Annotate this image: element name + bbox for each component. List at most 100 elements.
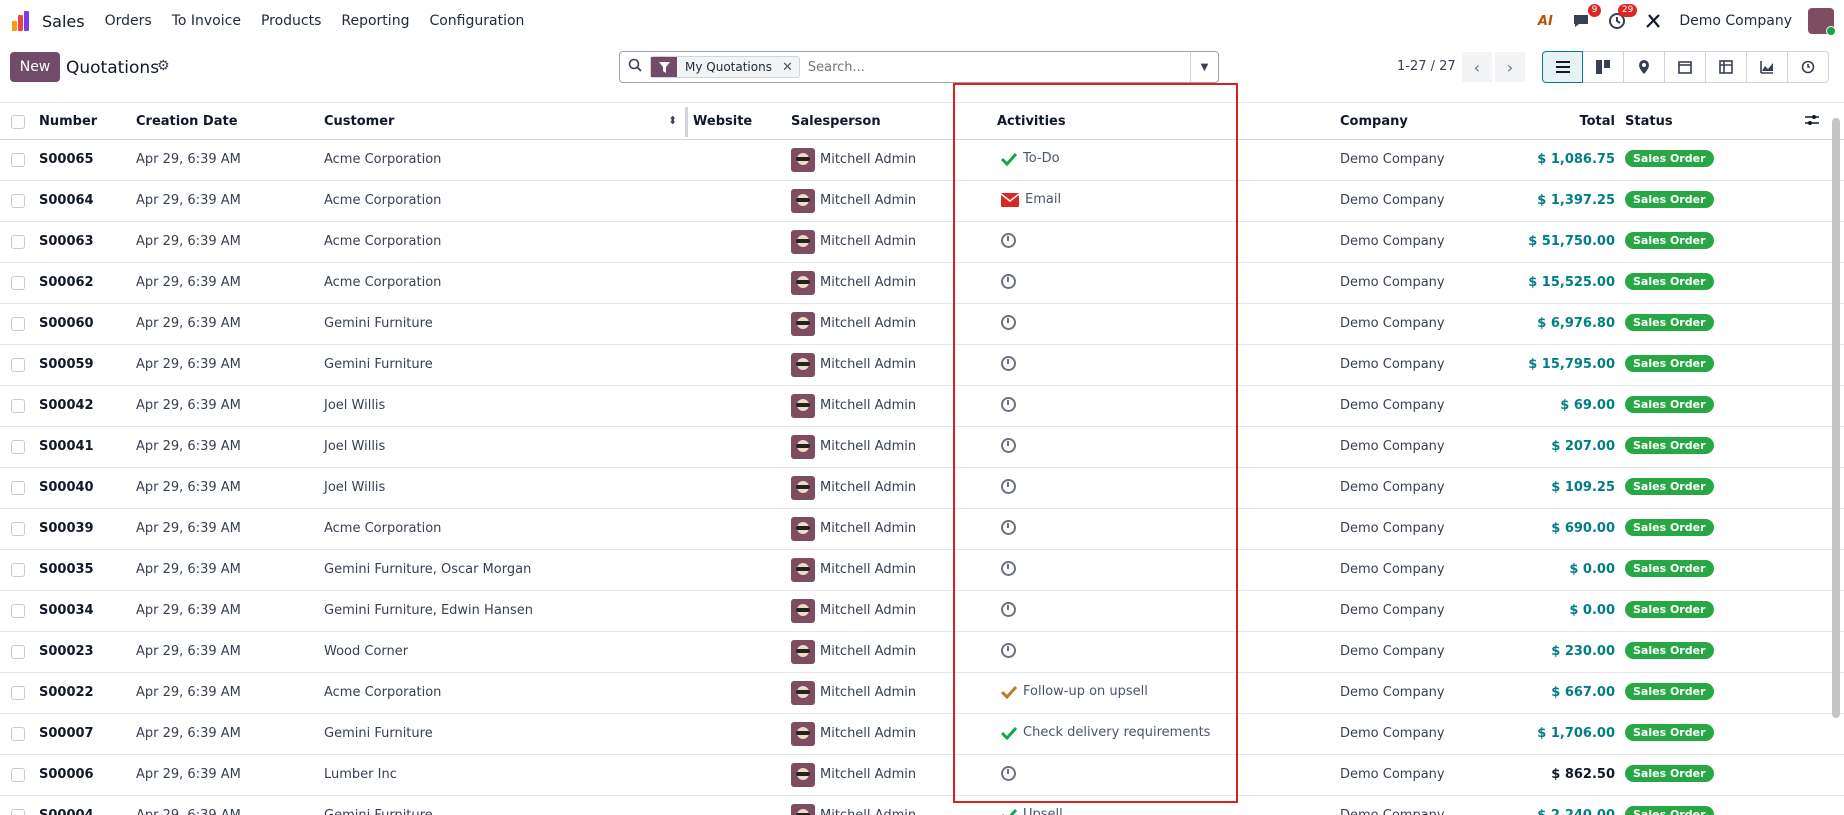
calendar-view-icon[interactable]: [1665, 51, 1706, 83]
app-name[interactable]: Sales: [42, 12, 85, 31]
table-row[interactable]: S00034 Apr 29, 6:39 AM Gemini Furniture,…: [0, 591, 1844, 632]
select-all-checkbox[interactable]: [11, 115, 25, 129]
table-row[interactable]: S00006 Apr 29, 6:39 AM Lumber Inc Mitche…: [0, 755, 1844, 796]
map-view-icon[interactable]: [1624, 51, 1665, 83]
table-row[interactable]: S00062 Apr 29, 6:39 AM Acme Corporation …: [0, 263, 1844, 304]
table-row[interactable]: S00023 Apr 29, 6:39 AM Wood Corner Mitch…: [0, 632, 1844, 673]
row-checkbox[interactable]: [11, 604, 25, 618]
activity-widget[interactable]: [1001, 315, 1022, 330]
row-checkbox[interactable]: [11, 563, 25, 577]
list-view-icon[interactable]: [1542, 51, 1583, 83]
activity-widget[interactable]: To-Do: [1001, 151, 1060, 166]
activity-widget[interactable]: Check delivery requirements: [1001, 725, 1210, 740]
column-creation-date[interactable]: Creation Date: [136, 114, 238, 129]
row-checkbox[interactable]: [11, 153, 25, 167]
user-avatar[interactable]: [1808, 8, 1836, 36]
order-number: S00063: [39, 234, 94, 249]
pager-value[interactable]: 1-27 / 27: [1397, 59, 1456, 74]
column-salesperson[interactable]: Salesperson: [791, 114, 881, 129]
table-row[interactable]: S00022 Apr 29, 6:39 AM Acme Corporation …: [0, 673, 1844, 714]
row-checkbox[interactable]: [11, 235, 25, 249]
activity-widget[interactable]: Email: [1001, 192, 1061, 207]
column-company[interactable]: Company: [1340, 114, 1408, 129]
sort-icon[interactable]: ⬍: [668, 114, 677, 127]
activities-clock-icon[interactable]: 29: [1607, 4, 1638, 31]
table-row[interactable]: S00004 Apr 29, 6:39 AM Gemini Furniture …: [0, 796, 1844, 815]
row-checkbox[interactable]: [11, 645, 25, 659]
pager-next-icon[interactable]: ›: [1495, 52, 1525, 82]
row-checkbox[interactable]: [11, 522, 25, 536]
gear-icon[interactable]: ⚙: [157, 58, 170, 74]
scrollbar[interactable]: [1832, 118, 1840, 718]
row-checkbox[interactable]: [11, 440, 25, 454]
pivot-view-icon[interactable]: [1706, 51, 1747, 83]
activity-widget[interactable]: [1001, 602, 1022, 617]
row-checkbox[interactable]: [11, 399, 25, 413]
column-customer[interactable]: Customer: [324, 114, 394, 129]
activity-widget[interactable]: Upsell: [1001, 807, 1063, 815]
messages-icon[interactable]: 9: [1571, 4, 1602, 31]
column-total[interactable]: Total: [1579, 114, 1615, 129]
activity-widget[interactable]: [1001, 479, 1022, 494]
table-row[interactable]: S00040 Apr 29, 6:39 AM Joel Willis Mitch…: [0, 468, 1844, 509]
row-checkbox[interactable]: [11, 686, 25, 700]
sales-app-icon[interactable]: [12, 11, 32, 31]
salesperson-avatar: [791, 558, 815, 582]
menu-configuration[interactable]: Configuration: [429, 13, 524, 29]
column-activities[interactable]: Activities: [997, 114, 1066, 129]
table-row[interactable]: S00007 Apr 29, 6:39 AM Gemini Furniture …: [0, 714, 1844, 755]
activity-widget[interactable]: [1001, 643, 1022, 658]
table-row[interactable]: S00042 Apr 29, 6:39 AM Joel Willis Mitch…: [0, 386, 1844, 427]
order-number: S00034: [39, 603, 94, 618]
column-number[interactable]: Number: [39, 114, 97, 129]
row-checkbox[interactable]: [11, 358, 25, 372]
ai-icon[interactable]: AI: [1535, 11, 1555, 31]
row-checkbox[interactable]: [11, 317, 25, 331]
activity-widget[interactable]: [1001, 561, 1022, 576]
activity-view-icon[interactable]: [1788, 51, 1829, 83]
table-row[interactable]: S00039 Apr 29, 6:39 AM Acme Corporation …: [0, 509, 1844, 550]
activity-widget[interactable]: [1001, 766, 1022, 781]
customer: Wood Corner: [324, 644, 409, 659]
new-button[interactable]: New: [10, 52, 60, 82]
graph-view-icon[interactable]: [1747, 51, 1788, 83]
activity-widget[interactable]: [1001, 520, 1022, 535]
row-checkbox[interactable]: [11, 481, 25, 495]
column-resize-handle[interactable]: [685, 107, 688, 137]
order-number: S00059: [39, 357, 94, 372]
pager-previous-icon[interactable]: ‹: [1462, 52, 1492, 82]
table-row[interactable]: S00064 Apr 29, 6:39 AM Acme Corporation …: [0, 181, 1844, 222]
search-input[interactable]: [799, 59, 1190, 75]
table-row[interactable]: S00060 Apr 29, 6:39 AM Gemini Furniture …: [0, 304, 1844, 345]
activity-widget[interactable]: [1001, 397, 1022, 412]
table-row[interactable]: S00059 Apr 29, 6:39 AM Gemini Furniture …: [0, 345, 1844, 386]
table-row[interactable]: S00041 Apr 29, 6:39 AM Joel Willis Mitch…: [0, 427, 1844, 468]
activity-widget[interactable]: [1001, 274, 1022, 289]
row-checkbox[interactable]: [11, 276, 25, 290]
table-row[interactable]: S00065 Apr 29, 6:39 AM Acme Corporation …: [0, 140, 1844, 181]
activity-widget[interactable]: [1001, 233, 1022, 248]
row-checkbox[interactable]: [11, 809, 25, 815]
search-options-toggle[interactable]: ▼: [1190, 52, 1218, 82]
row-checkbox[interactable]: [11, 768, 25, 782]
column-website[interactable]: Website: [693, 114, 752, 129]
search-icon[interactable]: [620, 58, 650, 76]
table-row[interactable]: S00035 Apr 29, 6:39 AM Gemini Furniture,…: [0, 550, 1844, 591]
company-switcher[interactable]: Demo Company: [1679, 13, 1792, 29]
column-status[interactable]: Status: [1625, 114, 1673, 129]
remove-facet-icon[interactable]: ✕: [780, 60, 799, 75]
row-checkbox[interactable]: [11, 194, 25, 208]
activity-widget[interactable]: Follow-up on upsell: [1001, 684, 1148, 699]
menu-products[interactable]: Products: [261, 13, 321, 29]
activity-label: Upsell: [1023, 807, 1063, 815]
tools-icon[interactable]: [1643, 11, 1663, 31]
activity-widget[interactable]: [1001, 438, 1022, 453]
kanban-view-icon[interactable]: [1583, 51, 1624, 83]
menu-to-invoice[interactable]: To Invoice: [172, 13, 241, 29]
activity-widget[interactable]: [1001, 356, 1022, 371]
optional-columns-icon[interactable]: [1805, 114, 1819, 130]
row-checkbox[interactable]: [11, 727, 25, 741]
menu-orders[interactable]: Orders: [105, 13, 152, 29]
menu-reporting[interactable]: Reporting: [341, 13, 409, 29]
table-row[interactable]: S00063 Apr 29, 6:39 AM Acme Corporation …: [0, 222, 1844, 263]
